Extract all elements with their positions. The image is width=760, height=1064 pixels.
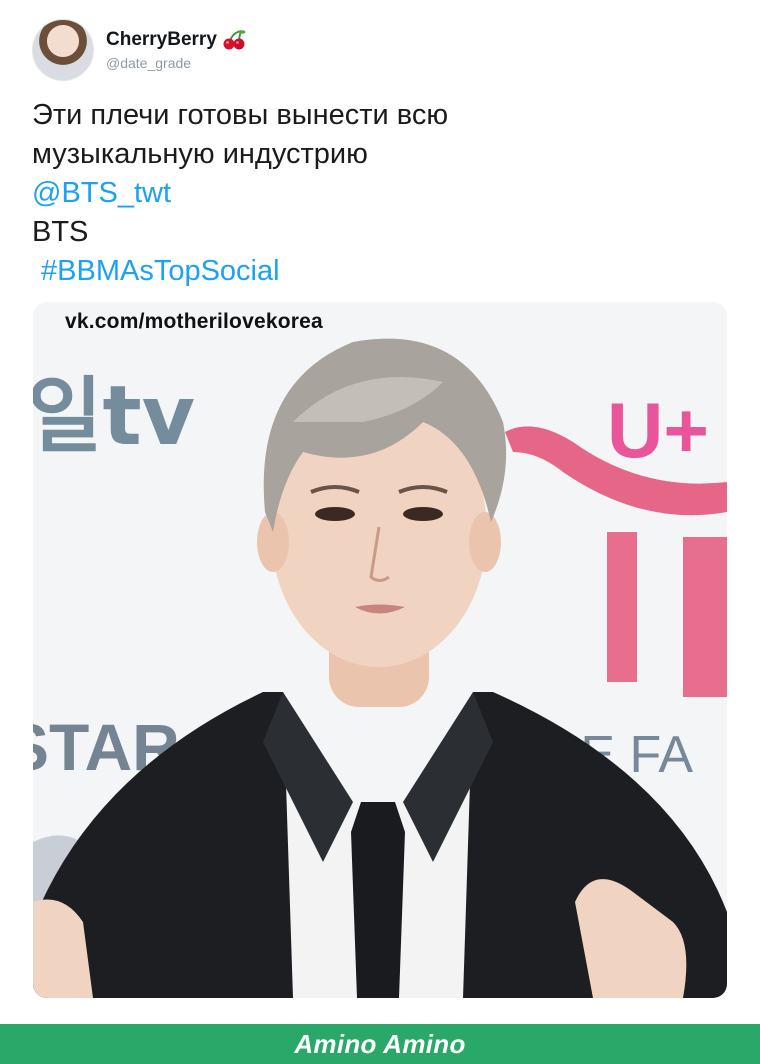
author-names: CherryBerry @date_grade (106, 29, 247, 71)
tweet-text-line-4: BTS (32, 216, 89, 248)
tweet-header: CherryBerry @date_grade (32, 18, 247, 82)
tweet-text-line-2: музыкальную индустрию (32, 138, 368, 170)
display-name[interactable]: CherryBerry (106, 29, 217, 51)
mention-link[interactable]: @BTS_twt (32, 174, 732, 213)
user-handle[interactable]: @date_grade (106, 55, 247, 71)
tweet-photo[interactable]: 일tv STAR U+ THE FA (33, 302, 727, 998)
cherry-icon (221, 29, 247, 51)
hashtag-link[interactable]: #BBMAsTopSocial (32, 252, 732, 291)
footer-label: Amino Amino (294, 1028, 466, 1059)
display-name-row: CherryBerry (106, 29, 247, 51)
backdrop-text-right-top: U+ (607, 386, 709, 474)
amino-footer-bar: Amino Amino (0, 1024, 760, 1064)
tweet-text-line-1: Эти плечи готовы вынести всю (32, 99, 449, 131)
watermark: vk.com/motherilovekorea (65, 310, 323, 333)
backdrop-text-left: 일tv (33, 369, 195, 464)
photo-illustration: 일tv STAR U+ THE FA (33, 302, 727, 998)
tweet-text: Эти плечи готовы вынести всю музыкальную… (32, 96, 732, 291)
avatar[interactable] (32, 19, 94, 81)
